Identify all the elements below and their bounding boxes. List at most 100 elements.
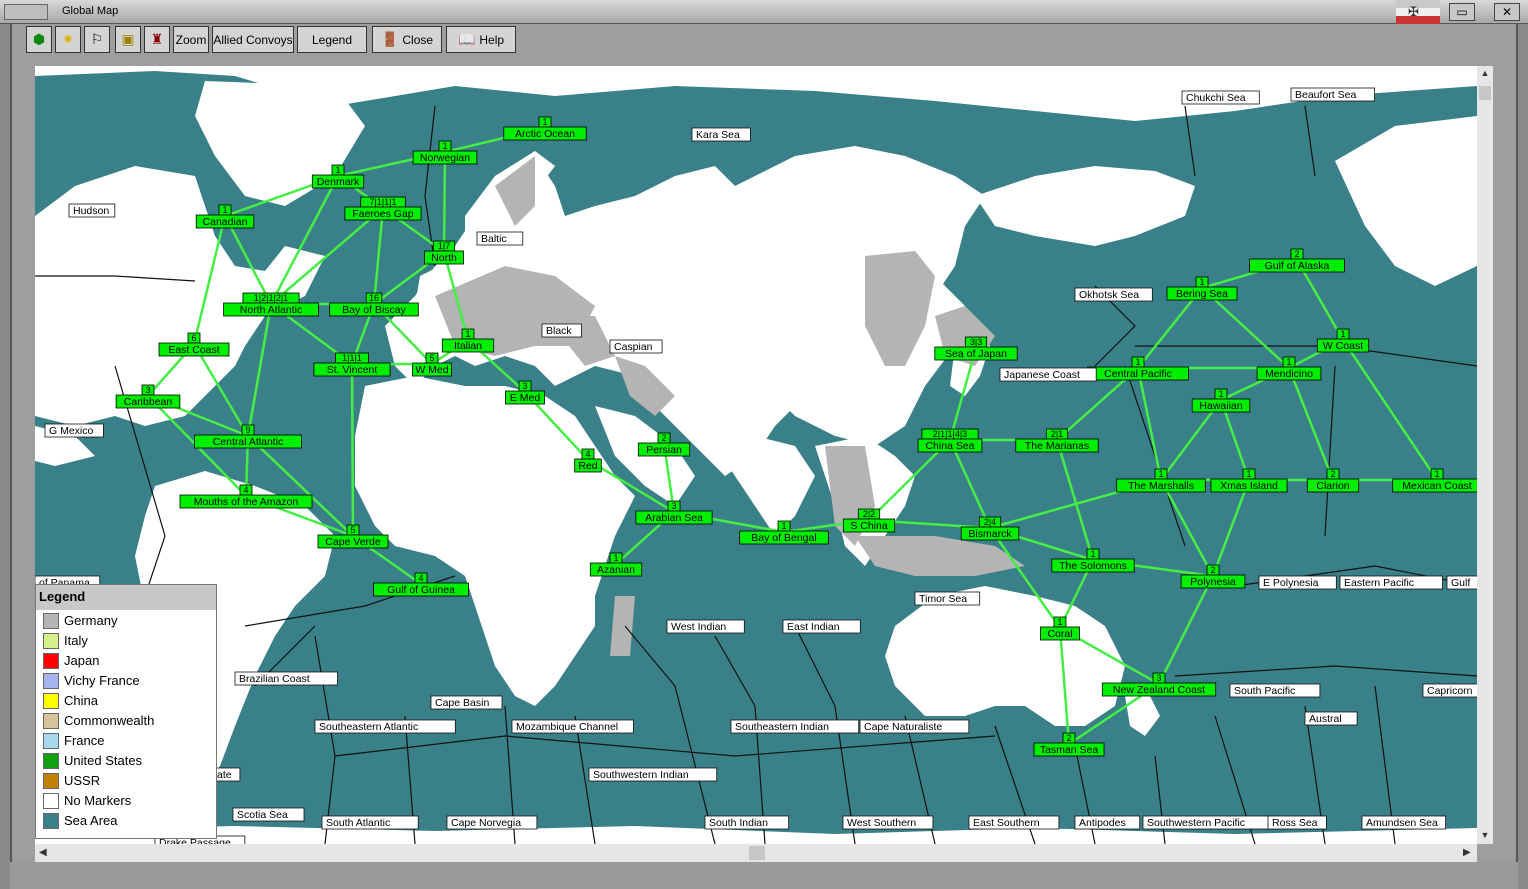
convoy-zone-name: Arabian Sea (645, 512, 703, 524)
legend-row: Germany (36, 610, 216, 630)
burst-button[interactable]: ✷ (55, 26, 81, 53)
convoy-zone-name: Cape Verde (325, 536, 381, 548)
sea-label: Amundsen Sea (1361, 815, 1446, 830)
nation-flag-icon: ✠ (1396, 0, 1440, 24)
convoy-count: 1 (1057, 617, 1062, 627)
legend-swatch (43, 813, 59, 829)
svg-text:Hudson: Hudson (73, 205, 109, 217)
sea-label: Timor Sea (914, 591, 981, 606)
window-menu-icon[interactable] (4, 4, 48, 20)
legend-label: France (64, 733, 105, 748)
svg-text:Cape Naturaliste: Cape Naturaliste (864, 721, 942, 733)
vertical-scrollbar[interactable]: ▲ ▼ (1477, 66, 1493, 844)
unit-button[interactable]: ♜ (144, 26, 170, 53)
scroll-down-icon[interactable]: ▼ (1477, 830, 1493, 840)
convoy-count: 1 (1246, 469, 1251, 479)
sea-label: Cape Naturaliste (859, 719, 970, 734)
legend-label: USSR (64, 773, 101, 788)
sea-label: Chukchi Sea (1181, 90, 1260, 105)
close-button[interactable]: 🚪 Close (372, 26, 442, 53)
sea-label: Southwestern Pacific (1142, 815, 1278, 830)
legend-row: Commonwealth (36, 710, 216, 730)
convoy-zone-name: Norwegian (420, 152, 470, 164)
scroll-left-icon[interactable]: ◀ (39, 847, 47, 858)
legend-label: China (64, 693, 98, 708)
svg-text:West Southern: West Southern (847, 817, 916, 829)
sea-label: Eastern Pacific (1339, 575, 1443, 590)
convoy-zone-name: Gulf of Guinea (387, 584, 455, 596)
sea-label: Baltic (476, 231, 524, 246)
convoy-count: 4 (418, 573, 423, 583)
convoy-zone[interactable]: 2|1|1|4|3China Sea (917, 428, 983, 453)
convoy-count: 2 (1066, 733, 1071, 743)
convoy-zone-name: Bismarck (968, 528, 1012, 540)
convoy-zone-name: Red (578, 460, 597, 472)
svg-text:Southeastern Atlantic: Southeastern Atlantic (319, 721, 418, 733)
legend-swatch (43, 713, 59, 729)
svg-text:Okhotsk Sea: Okhotsk Sea (1079, 289, 1139, 301)
svg-text:Beaufort Sea: Beaufort Sea (1295, 89, 1356, 101)
convoy-count: 5 (350, 525, 355, 535)
svg-text:Gulf: Gulf (1451, 577, 1470, 589)
svg-text:South Indian: South Indian (709, 817, 768, 829)
convoy-count: 1 (613, 553, 618, 563)
flag-button[interactable]: ⚐ (84, 26, 110, 53)
convoy-count: 1 (465, 329, 470, 339)
svg-text:Ross Sea: Ross Sea (1272, 817, 1318, 829)
svg-text:Chukchi Sea: Chukchi Sea (1186, 92, 1246, 104)
convoy-count: 1 (222, 205, 227, 215)
legend-label: Japan (64, 653, 100, 668)
convoy-count: 1|1|1 (342, 353, 362, 363)
svg-text:East Indian: East Indian (787, 621, 840, 633)
svg-text:Brazilian Coast: Brazilian Coast (239, 673, 310, 685)
convoy-count: 2 (661, 433, 666, 443)
convoy-count: 1 (781, 521, 786, 531)
legend-row: France (36, 730, 216, 750)
scroll-up-icon[interactable]: ▲ (1477, 68, 1493, 78)
legend-panel: Legend Germany Italy Japan Vichy France Chin… (35, 584, 217, 839)
sea-label: West Southern (842, 815, 934, 830)
convoy-count: 2|2 (863, 509, 875, 519)
sea-label: South Pacific (1229, 683, 1321, 698)
svg-text:Eastern Pacific: Eastern Pacific (1344, 577, 1414, 589)
convoy-zone-name: Faeroes Gap (352, 208, 413, 220)
book-icon: 📖 (457, 31, 476, 47)
convoy-zone-name: Central Pacific (1104, 368, 1172, 380)
sea-label: South Atlantic (321, 815, 419, 830)
allied-convoys-button[interactable]: Allied Convoys (212, 26, 294, 53)
map-canvas[interactable]: 1Arctic Ocean1Norwegian1Denmark7|1|1|1Fa… (35, 66, 1477, 844)
svg-text:ate: ate (217, 769, 232, 781)
svg-text:Cape Basin: Cape Basin (435, 697, 489, 709)
legend-label: No Markers (64, 793, 132, 808)
convoy-count: 2 (1330, 469, 1335, 479)
convoy-zone-name: W Med (415, 364, 448, 376)
vertical-scroll-thumb[interactable] (1479, 86, 1491, 100)
burst-icon: ✷ (62, 31, 74, 47)
convoy-count: 1 (542, 117, 547, 127)
global-map[interactable]: 1 Arctic Ocean 1 Norwegian 1 Denmark 7|1|1|1 Fa… (35, 66, 1477, 844)
legend-swatch (43, 693, 59, 709)
convoy-count: 3 (145, 385, 150, 395)
horizontal-scroll-thumb[interactable] (749, 846, 765, 860)
map-grid-button[interactable]: ▣ (115, 26, 141, 53)
title-bar: Global Map ✠ ▭ ✕ (0, 0, 1528, 24)
convoy-zone-name: Coral (1047, 628, 1072, 640)
convoy-zone-name: Sea of Japan (945, 348, 1007, 360)
legend-label: Italy (64, 633, 88, 648)
sea-label: Mozambique Channel (511, 719, 634, 734)
legend-label: United States (64, 753, 143, 768)
convoy-zone-name: Bering Sea (1176, 288, 1228, 300)
sea-label: East Southern (968, 815, 1060, 830)
help-button[interactable]: 📖 Help (446, 26, 516, 53)
horizontal-scrollbar[interactable]: ◀ ▶ (35, 844, 1477, 862)
svg-text:Japanese Coast: Japanese Coast (1004, 369, 1080, 381)
zoom-button[interactable]: Zoom (173, 26, 209, 53)
green-marker-button[interactable]: ⬢ (26, 26, 52, 53)
close-window-icon[interactable]: ✕ (1494, 3, 1520, 21)
legend-button[interactable]: Legend (297, 26, 367, 53)
help-label: Help (479, 32, 505, 47)
minimize-icon[interactable]: ▭ (1449, 3, 1475, 21)
svg-text:Southwestern Indian: Southwestern Indian (593, 769, 689, 781)
scroll-right-icon[interactable]: ▶ (1463, 847, 1471, 858)
convoy-zone-name: The Marshalls (1128, 480, 1194, 492)
